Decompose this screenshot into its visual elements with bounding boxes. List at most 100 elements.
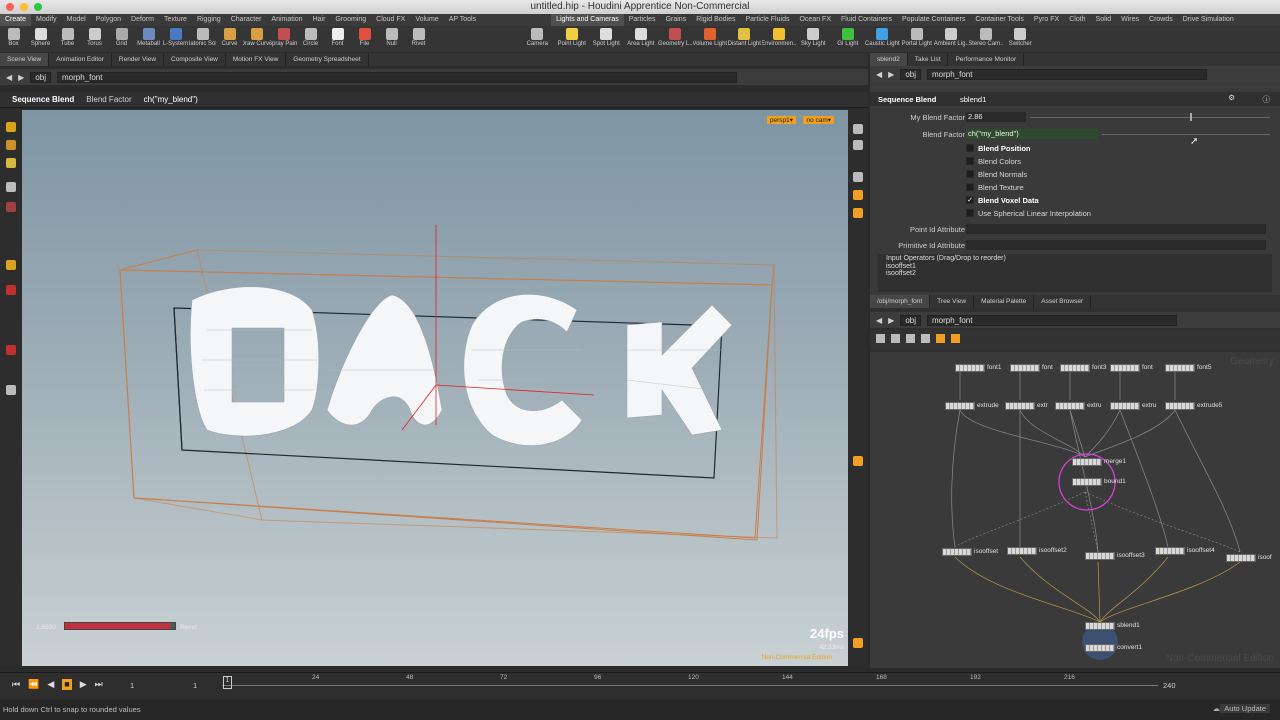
stop-icon[interactable]: ■ — [62, 679, 72, 690]
network-path-node[interactable]: morph_font — [927, 314, 1177, 326]
magnet-snap-icon[interactable] — [6, 345, 16, 355]
node-iso3[interactable] — [1085, 552, 1115, 560]
minimize-window-button[interactable] — [20, 3, 28, 11]
shelf-tool-2[interactable]: Tube — [54, 26, 81, 52]
ghost-icon[interactable] — [853, 208, 863, 218]
shelf-tool-13[interactable]: File — [351, 26, 378, 52]
shelf-tab-texture[interactable]: Texture — [159, 14, 192, 26]
start-frame-field[interactable]: 1 — [193, 681, 197, 690]
tree-view-icon[interactable] — [921, 334, 930, 343]
path-root[interactable]: obj — [30, 71, 51, 83]
auto-update-menu[interactable]: Auto Update — [1220, 704, 1270, 713]
blend-normals-checkbox[interactable] — [966, 170, 974, 178]
shelf-tab-lights-and-cameras[interactable]: Lights and Cameras — [551, 14, 624, 26]
network-canvas[interactable]: font1 font font3 font font5 extrude extr extru e… — [870, 352, 1280, 668]
step-back-icon[interactable]: ⏪ — [28, 679, 39, 690]
network-path-root[interactable]: obj — [900, 314, 921, 326]
shelf-tab-container-tools[interactable]: Container Tools — [970, 14, 1029, 26]
forward-arrow-icon[interactable]: ▶ — [888, 316, 894, 325]
tab-tree-view[interactable]: Tree View — [930, 295, 975, 308]
first-frame-icon[interactable]: ⏮ — [12, 679, 20, 690]
blend-position-checkbox[interactable] — [966, 144, 974, 152]
light-icon[interactable] — [853, 172, 863, 182]
lock-icon[interactable] — [853, 140, 863, 150]
shelf-tool-4[interactable]: Grid — [108, 26, 135, 52]
blend-factor-slider[interactable] — [1102, 134, 1270, 135]
shelf-tab-hair[interactable]: Hair — [308, 14, 331, 26]
tab-sblend2[interactable]: sblend2 — [870, 53, 908, 66]
3d-viewport[interactable]: persp1▾ no cam▾ 2.8600 Blend 24fps 42.33… — [22, 110, 848, 666]
shelf-tab-modify[interactable]: Modify — [31, 14, 62, 26]
tab-motion-fx-view[interactable]: Motion FX View — [226, 53, 287, 66]
display-options-icon[interactable] — [853, 124, 863, 134]
use-spherical-linear-interpolation-checkbox[interactable] — [966, 209, 974, 217]
help-icon[interactable]: ⓘ — [1263, 94, 1271, 105]
tab-animation-editor[interactable]: Animation Editor — [49, 53, 112, 66]
node-extrude2[interactable] — [1005, 402, 1035, 410]
shelf-tool-right-2[interactable]: Spot Light — [589, 26, 624, 52]
shelf-tool-right-13[interactable]: Stereo Cam.. — [969, 26, 1003, 52]
back-arrow-icon[interactable]: ◀ — [6, 73, 12, 82]
tab-geometry-spreadsheet[interactable]: Geometry Spreadsheet — [286, 53, 369, 66]
shelf-tab-animation[interactable]: Animation — [266, 14, 307, 26]
shelf-tab-rigid-bodies[interactable]: Rigid Bodies — [691, 14, 740, 26]
shading-icon[interactable] — [853, 190, 863, 200]
shelf-tool-right-4[interactable]: Geometry L.. — [658, 26, 693, 52]
blend-texture-checkbox[interactable] — [966, 183, 974, 191]
shelf-tool-6[interactable]: L-System — [162, 26, 189, 52]
view-tool-icon[interactable] — [6, 385, 16, 395]
shelf-tool-right-9[interactable]: GI Light — [831, 26, 866, 52]
blend-factor-field[interactable]: ch("my_blend") — [966, 129, 1098, 139]
move-tool-icon[interactable] — [6, 140, 16, 150]
shelf-tool-8[interactable]: Curve — [216, 26, 243, 52]
shelf-tool-9[interactable]: Draw Curve — [243, 26, 270, 52]
shelf-tab-cloth[interactable]: Cloth — [1064, 14, 1090, 26]
input-op-item[interactable]: isooffset2 — [878, 270, 1272, 277]
last-frame-icon[interactable]: ⏭ — [95, 679, 103, 690]
shelf-tool-7[interactable]: Platonic Sol.. — [189, 26, 216, 52]
snap-tool-icon[interactable] — [6, 260, 16, 270]
shelf-tool-right-5[interactable]: Volume Light — [693, 26, 727, 52]
forward-arrow-icon[interactable]: ▶ — [888, 70, 894, 79]
shelf-tool-0[interactable]: Box — [0, 26, 27, 52]
shelf-tool-12[interactable]: Font — [324, 26, 351, 52]
param-path-node[interactable]: morph_font — [927, 68, 1207, 80]
input-operators-list[interactable]: Input Operators (Drag/Drop to reorder) i… — [878, 254, 1272, 292]
node-sblend1[interactable] — [1085, 622, 1115, 630]
shelf-tool-right-12[interactable]: Ambient Lig.. — [934, 26, 969, 52]
node-font3[interactable] — [1060, 364, 1090, 372]
shelf-tool-right-8[interactable]: Sky Light — [796, 26, 831, 52]
grid-icon[interactable] — [853, 638, 863, 648]
grid-view-icon[interactable] — [891, 334, 900, 343]
timeline-track[interactable] — [222, 685, 1158, 686]
shelf-tab-grains[interactable]: Grains — [661, 14, 692, 26]
node-extrude5[interactable] — [1165, 402, 1195, 410]
shelf-tab-cloud-fx[interactable]: Cloud FX — [371, 14, 410, 26]
shelf-tab-ap-tools[interactable]: AP Tools — [444, 14, 481, 26]
my-blend-field[interactable]: 2.86 — [966, 112, 1026, 122]
node-extrude3[interactable] — [1055, 402, 1085, 410]
shelf-tab-grooming[interactable]: Grooming — [330, 14, 371, 26]
tab-render-view[interactable]: Render View — [112, 53, 165, 66]
node-font2[interactable] — [1010, 364, 1040, 372]
path-node[interactable]: morph_font — [57, 71, 737, 83]
shelf-tool-right-3[interactable]: Area Light — [624, 26, 659, 52]
back-arrow-icon[interactable]: ◀ — [876, 70, 882, 79]
shelf-tab-ocean-fx[interactable]: Ocean FX — [794, 14, 836, 26]
node-font4[interactable] — [1110, 364, 1140, 372]
play-icon[interactable]: ▶ — [80, 679, 87, 690]
current-frame-field[interactable]: 1 — [130, 681, 134, 690]
node-font5[interactable] — [1165, 364, 1195, 372]
handle-tool-icon[interactable] — [6, 158, 16, 168]
input-op-item[interactable]: isooffset1 — [878, 263, 1272, 270]
blend-voxel-data-checkbox[interactable]: ✓ — [966, 196, 974, 204]
forward-arrow-icon[interactable]: ▶ — [18, 73, 24, 82]
shelf-tool-right-14[interactable]: Switcher — [1003, 26, 1038, 52]
pointer-tool-icon[interactable] — [6, 182, 16, 192]
node-extrude1[interactable] — [945, 402, 975, 410]
list-view-icon[interactable] — [876, 334, 885, 343]
close-window-button[interactable] — [6, 3, 14, 11]
zoom-window-button[interactable] — [34, 3, 42, 11]
node-iso1[interactable] — [942, 548, 972, 556]
shelf-tab-fluid-containers[interactable]: Fluid Containers — [836, 14, 897, 26]
